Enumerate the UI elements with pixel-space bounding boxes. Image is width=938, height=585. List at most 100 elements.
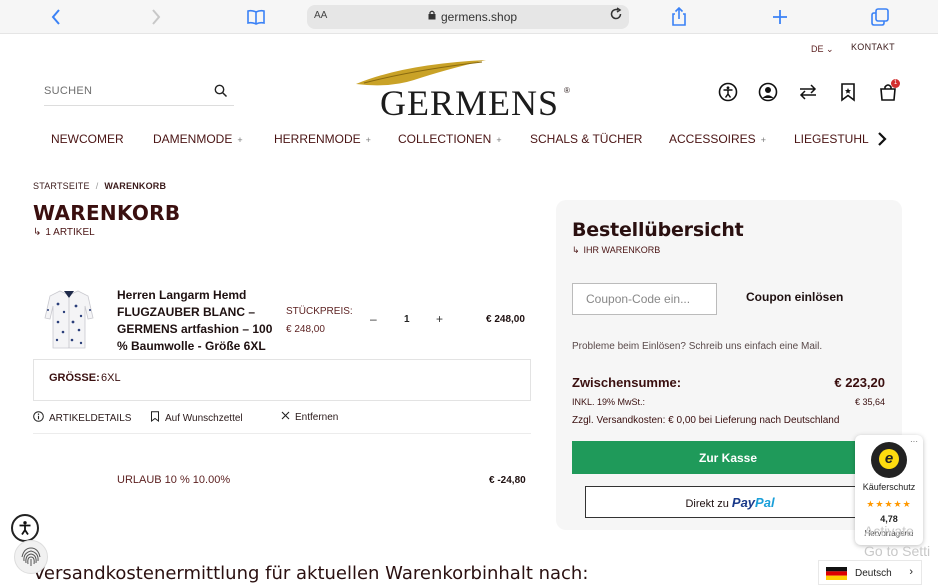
german-flag-icon [826, 567, 847, 580]
shipping-calculation-heading: Versandkostenermittlung für aktuellen Wa… [33, 563, 589, 584]
trust-seal-letter: e [879, 449, 899, 469]
nav-item-damenmode[interactable]: DAMENMODE + [153, 132, 243, 146]
trust-seal-icon: e [871, 442, 907, 478]
tabs-icon[interactable] [869, 6, 891, 28]
nav-item-accessoires[interactable]: ACCESSOIRES + [669, 132, 766, 146]
redeem-coupon-button[interactable]: Coupon einlösen [746, 290, 843, 304]
breadcrumb-separator: / [95, 181, 99, 191]
nav-label: HERRENMODE [274, 132, 361, 146]
item-actions: ARTIKELDETAILS Auf Wunschzettel Entferne… [33, 410, 531, 434]
forward-icon[interactable] [145, 6, 167, 28]
add-to-wishlist-button[interactable]: Auf Wunschzettel [150, 411, 243, 425]
summary-title: Bestellübersicht [572, 219, 744, 241]
reload-icon[interactable] [609, 7, 623, 25]
article-details-button[interactable]: ARTIKELDETAILS [33, 411, 131, 425]
back-icon[interactable] [45, 6, 67, 28]
reader-book-icon[interactable] [245, 6, 267, 28]
wishlist-bookmark-icon[interactable] [838, 82, 858, 102]
language-code: DE [811, 44, 824, 54]
logo-wordmark: GERMENS [380, 83, 560, 123]
cart-count-badge: 1 [891, 79, 900, 88]
nav-item-schals-tuecher[interactable]: SCHALS & TÜCHER [530, 132, 642, 146]
activate-line-2: Go to Setti [864, 543, 931, 559]
breadcrumb: STARTSEITE / WARENKORB [33, 181, 166, 191]
order-summary-card: Bestellübersicht ↳IHR WARENKORB Coupon e… [556, 200, 902, 530]
coupon-code-input[interactable] [572, 283, 717, 315]
quantity-value[interactable]: 1 [404, 314, 410, 325]
page-title: WARENKORB [33, 201, 181, 225]
expand-plus-icon[interactable]: + [237, 135, 242, 145]
main-navigation: NEWCOMER DAMENMODE + HERRENMODE + COLLECTI… [0, 128, 938, 150]
expand-plus-icon[interactable]: + [496, 135, 501, 145]
search-input[interactable] [44, 80, 204, 102]
germens-logo[interactable]: GERMENS ® [352, 56, 582, 123]
contact-link[interactable]: KONTAKT [851, 42, 895, 52]
search-box [44, 80, 234, 106]
fingerprint-icon[interactable] [14, 540, 48, 574]
activate-line-1: Activate [864, 523, 914, 539]
rating-stars-icon: ★★★★★ [866, 499, 912, 509]
language-selector[interactable]: Deutsch › [818, 560, 922, 585]
buyer-protection-label: Käuferschutz [862, 482, 916, 492]
logo-registered-mark: ® [564, 86, 570, 95]
paypal-logo-pay: Pay [731, 494, 756, 510]
nav-item-newcomer[interactable]: NEWCOMER [51, 132, 124, 146]
nav-label: NEWCOMER [51, 132, 124, 146]
summary-subtitle: ↳ IHR WARENKORB [572, 245, 660, 256]
line-total: € 248,00 [486, 314, 525, 325]
checkout-button[interactable]: Zur Kasse [572, 441, 884, 474]
tax-value: € 35,64 [854, 397, 885, 407]
tax-label: INKL. 19% MwSt.: [572, 397, 646, 407]
nav-item-collectionen[interactable]: COLLECTIONEN + [398, 132, 502, 146]
address-bar[interactable]: AA germens.shop [307, 5, 629, 29]
remove-item-button[interactable]: Entfernen [281, 411, 338, 423]
quantity-decrease-button[interactable]: – [370, 312, 377, 326]
product-image[interactable] [44, 288, 94, 350]
cart-item-count: ↳ 1 ARTIKEL [33, 227, 95, 238]
unit-price-label: STÜCKPREIS: [286, 306, 353, 317]
nav-item-liegestuhl[interactable]: LIEGESTUHL [794, 132, 869, 146]
text-size-button[interactable]: AA [314, 10, 327, 21]
share-icon[interactable] [668, 6, 690, 28]
return-arrow-icon: ↳ [33, 227, 42, 238]
discount-label: URLAUB 10 % 10.00% [117, 474, 231, 486]
lock-icon [428, 10, 436, 23]
return-arrow-icon: ↳ [572, 245, 580, 255]
compare-icon[interactable] [798, 82, 818, 102]
url-text: germens.shop [441, 10, 518, 24]
size-value: 6XL [101, 372, 121, 384]
nav-item-herrenmode[interactable]: HERRENMODE + [274, 132, 371, 146]
accessibility-widget-button[interactable] [11, 514, 39, 542]
language-switch[interactable]: DE ⌄ [811, 44, 834, 55]
info-icon [33, 411, 44, 425]
unit-price-value: € 248,00 [286, 324, 325, 335]
language-label: Deutsch [855, 568, 892, 579]
quantity-increase-button[interactable]: + [436, 312, 443, 326]
windows-activation-watermark: Activate Go to Setti [864, 521, 930, 561]
nav-scroll-right-icon[interactable] [877, 128, 887, 151]
shipping-cost-note: Zzgl. Versandkosten: € 0,00 bei Lieferun… [572, 415, 840, 426]
chevron-down-icon: ⌄ [826, 44, 834, 54]
new-tab-icon[interactable] [769, 6, 791, 28]
article-details-label: ARTIKELDETAILS [49, 412, 132, 424]
subtotal-value: € 223,20 [834, 375, 885, 390]
bookmark-icon [150, 411, 160, 425]
discount-value: € -24,80 [489, 475, 526, 486]
more-options-icon[interactable]: ··· [910, 437, 918, 446]
paypal-checkout-button[interactable]: Direkt zu PayPal [585, 486, 875, 518]
accessibility-icon[interactable] [718, 82, 738, 102]
breadcrumb-home[interactable]: STARTSEITE [33, 181, 90, 191]
search-icon[interactable] [214, 84, 228, 98]
account-icon[interactable] [758, 82, 778, 102]
browser-toolbar: AA germens.shop [0, 0, 938, 34]
size-label: GRÖSSE: [49, 372, 100, 384]
product-name-link[interactable]: Herren Langarm Hemd FLUGZAUBER BLANC – G… [117, 287, 277, 355]
paypal-prefix: Direkt zu [685, 497, 729, 510]
expand-plus-icon[interactable]: + [366, 135, 371, 145]
subtotal-label: Zwischensumme: [572, 375, 682, 390]
nav-label: COLLECTIONEN [398, 132, 492, 146]
summary-subtitle-text: IHR WARENKORB [583, 245, 661, 255]
cart-item-count-text: 1 ARTIKEL [45, 227, 95, 238]
expand-plus-icon[interactable]: + [761, 135, 766, 145]
nav-label: SCHALS & TÜCHER [530, 132, 643, 146]
